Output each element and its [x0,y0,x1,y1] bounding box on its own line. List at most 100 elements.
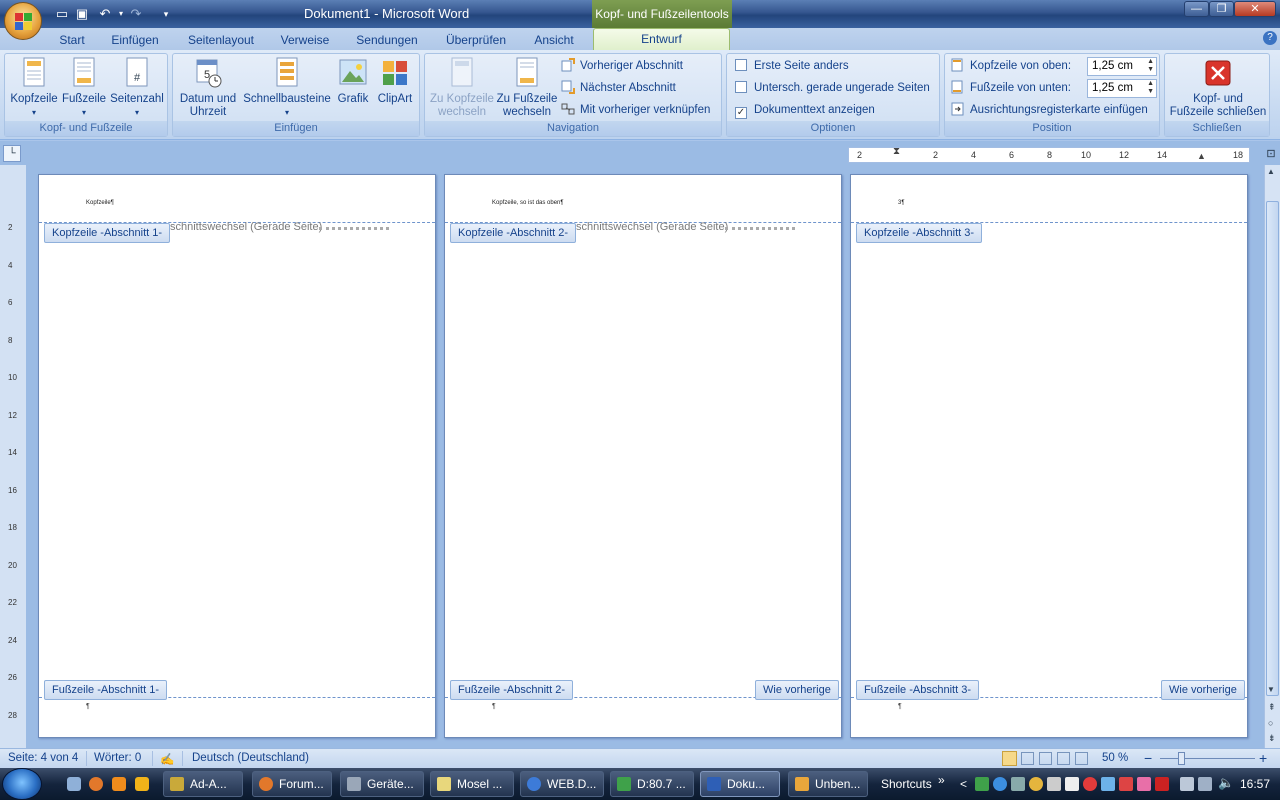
page-3[interactable]: 3¶ Kopfzeile -Abschnitt 3- Fußzeile -Abs… [850,174,1248,738]
web-layout-icon[interactable] [1039,752,1052,765]
scroll-down-icon[interactable]: ▼ [1267,685,1275,694]
dokumenttext-check[interactable]: ✓ [735,107,747,119]
full-screen-reading-icon[interactable] [1021,752,1034,765]
vertical-ruler[interactable]: 2 4 6 8 10 12 14 16 18 20 22 24 26 28 [0,165,26,748]
next-page-icon[interactable]: ⇟ [1268,733,1276,744]
fusszeile-von-unten-input[interactable]: 1,25 cm ▲ ▼ [1087,79,1157,98]
restore-button[interactable]: ❐ [1209,1,1234,17]
tab-verweise[interactable]: Verweise [274,31,336,50]
tab-ansicht[interactable]: Ansicht [526,31,582,50]
zoom-out-icon[interactable]: − [1144,750,1152,766]
footer-paragraph-mark[interactable]: ¶ [898,703,902,710]
zoom-in-icon[interactable]: + [1259,750,1267,766]
close-window-button[interactable]: ✕ [1234,1,1276,17]
tray-icon[interactable] [1011,777,1025,791]
vlc-icon[interactable] [112,777,126,791]
tray-icon[interactable] [1198,777,1212,791]
erste-seite-check[interactable] [735,59,747,71]
network-icon[interactable] [1180,777,1194,791]
vertical-scrollbar[interactable]: ▲ ▼ ⇞ ○ ⇟ [1264,165,1280,748]
kopfzeile-von-oben-input[interactable]: 1,25 cm ▲ ▼ [1087,57,1157,76]
firefox-icon[interactable] [89,777,103,791]
taskbar-item[interactable]: Mosel ... [430,771,514,797]
kopf-fusszeile-schliessen-button[interactable]: Kopf- und Fußzeile schließen [1167,57,1269,119]
tab-seitenlayout[interactable]: Seitenlayout [180,31,262,50]
fusszeile-button[interactable]: Fußzeile ▾ [61,57,107,119]
spin-arrows-icon[interactable]: ▲ ▼ [1147,80,1154,96]
horizontal-ruler[interactable]: 2 2 4 6 8 10 12 14 18 ⧗ ▲ [848,146,1250,163]
spin-arrows-icon[interactable]: ▲ ▼ [1147,58,1154,74]
footer-paragraph-mark[interactable]: ¶ [492,703,496,710]
taskbar-item[interactable]: Unben... [788,771,868,797]
tray-icon[interactable] [1119,777,1133,791]
clipart-button[interactable]: ClipArt [373,57,417,106]
kopfzeile-button[interactable]: Kopfzeile ▾ [7,57,61,119]
tray-icon[interactable] [1137,777,1151,791]
customize-qat-icon[interactable]: ▾ [157,5,175,23]
outline-view-icon[interactable] [1057,752,1070,765]
zu-fusszeile-button[interactable]: Zu Fußzeile wechseln [495,57,559,119]
language-indicator[interactable]: Deutsch (Deutschland) [192,752,309,764]
start-button[interactable] [2,768,42,800]
vorheriger-abschnitt-button[interactable]: Vorheriger Abschnitt [561,57,683,75]
office-button[interactable] [4,2,42,40]
scroll-up-icon[interactable]: ▲ [1267,167,1275,176]
toolbar-chevron-icon[interactable]: » [938,773,945,787]
tab-start[interactable]: Start [50,31,94,50]
tray-icon[interactable] [1029,777,1043,791]
taskbar-item-active[interactable]: Doku... [700,771,780,797]
footer-paragraph-mark[interactable]: ¶ [86,703,90,710]
gerade-ungerade-check[interactable] [735,81,747,93]
taskbar-item[interactable]: Forum... [252,771,332,797]
header-text[interactable]: 3¶ [898,200,905,206]
zoom-slider-thumb[interactable] [1178,752,1185,765]
tab-selector-icon[interactable]: └ [3,145,21,162]
redo-icon[interactable]: ↷ [127,5,145,23]
page-1[interactable]: Kopfzeile¶ Kopfzeile -Abschnitt 1- schni… [38,174,436,738]
tray-icon[interactable] [1065,777,1079,791]
show-desktop-icon[interactable] [67,777,81,791]
print-layout-view-icon[interactable] [1002,751,1017,766]
tab-entwurf[interactable]: Entwurf [593,28,730,51]
scrollbar-thumb[interactable] [1266,201,1279,696]
view-ruler-icon[interactable]: ⊡ [1264,147,1278,163]
taskbar-item[interactable]: WEB.D... [520,771,604,797]
naechster-abschnitt-button[interactable]: Nächster Abschnitt [561,79,676,97]
tab-einfuegen[interactable]: Einfügen [104,31,166,50]
shortcuts-toolbar[interactable]: Shortcuts [881,777,932,791]
dokumenttext-checkbox[interactable]: ✓ Dokumenttext anzeigen [735,101,875,119]
tray-icon[interactable] [1047,777,1061,791]
right-indent-icon[interactable]: ▲ [1197,151,1206,161]
zoom-level[interactable]: 50 % [1102,752,1128,764]
page-counter[interactable]: Seite: 4 von 4 [8,752,78,764]
help-icon[interactable]: ? [1263,31,1277,45]
gerade-ungerade-checkbox[interactable]: Untersch. gerade ungerade Seiten [735,79,930,97]
browse-object-icon[interactable]: ○ [1268,718,1273,728]
tray-icon[interactable] [993,777,1007,791]
save-icon[interactable]: ▣ [73,5,91,23]
header-text[interactable]: Kopfzeile¶ [86,200,114,206]
minimize-button[interactable]: — [1184,1,1209,17]
schnellbausteine-button[interactable]: Schnellbausteine ▾ [241,57,333,119]
taskbar-item[interactable]: Geräte... [340,771,424,797]
tray-expand-icon[interactable]: < [960,777,967,791]
tray-icon[interactable] [975,777,989,791]
header-text[interactable]: Kopfzeile, so ist das oben¶ [492,200,564,206]
taskbar-item[interactable]: Ad-A... [163,771,243,797]
mit-vorheriger-verknuepfen-button[interactable]: Mit vorheriger verknüpfen [561,101,710,119]
tray-icon[interactable] [1101,777,1115,791]
ausrichtungsregisterkarte-button[interactable]: Ausrichtungsregisterkarte einfügen [951,101,1148,119]
previous-page-icon[interactable]: ⇞ [1268,702,1276,713]
tray-icon[interactable] [1155,777,1169,791]
clock[interactable]: 16:57 [1240,777,1270,791]
volume-icon[interactable]: 🔈 [1218,775,1234,791]
new-document-icon[interactable]: ▭ [53,5,71,23]
tray-icon[interactable] [1083,777,1097,791]
draft-view-icon[interactable] [1075,752,1088,765]
erste-seite-anders-checkbox[interactable]: Erste Seite anders [735,57,849,75]
word-count[interactable]: Wörter: 0 [94,752,141,764]
media-player-icon[interactable] [135,777,149,791]
zu-kopfzeile-button[interactable]: Zu Kopfzeile wechseln [427,57,497,119]
datum-uhrzeit-button[interactable]: 5 Datum und Uhrzeit [175,57,241,119]
taskbar-item[interactable]: D:80.7 ... [610,771,694,797]
